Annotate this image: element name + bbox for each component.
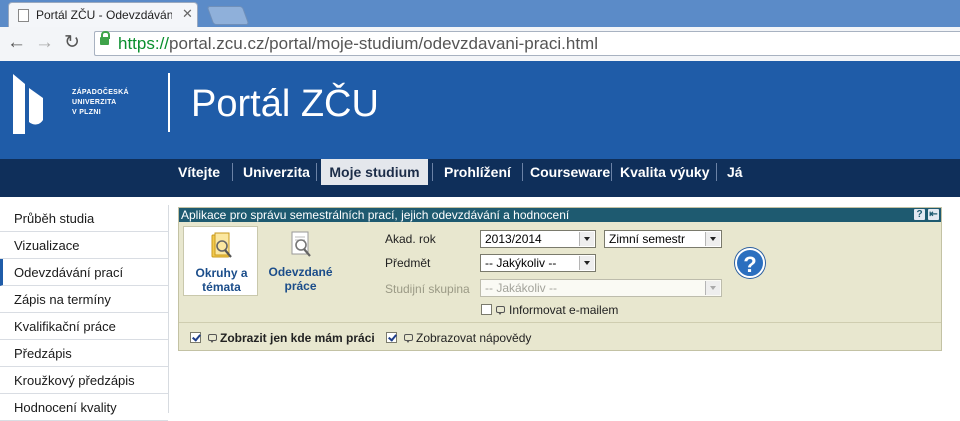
akad-rok-value: 2013/2014 xyxy=(485,232,542,246)
nav-spacer xyxy=(0,185,960,197)
browser-toolbar: ← → ↻ https://portal.zcu.cz/portal/moje-… xyxy=(0,27,960,62)
sidebar-item-odevzdavani-praci[interactable]: Odevzdávání prací xyxy=(0,259,168,286)
sidebar: Průběh studia Vizualizace Odevzdávání pr… xyxy=(0,205,169,421)
nav-separator xyxy=(316,163,317,181)
close-tab-icon[interactable]: ✕ xyxy=(182,6,193,22)
logo-line-1: ZÁPADOČESKÁ xyxy=(72,89,129,96)
url-scheme: https:// xyxy=(118,34,170,53)
studijni-skupina-label: Studijní skupina xyxy=(385,282,470,296)
semestr-select[interactable]: Zimní semestr xyxy=(604,230,722,248)
address-bar[interactable]: https://portal.zcu.cz/portal/moje-studiu… xyxy=(94,31,960,56)
informovat-checkbox[interactable] xyxy=(481,304,492,315)
predmet-label: Předmět xyxy=(385,256,431,270)
zobrazit-checkbox[interactable] xyxy=(190,332,201,343)
chevron-down-icon xyxy=(705,232,720,246)
page-title: Portál ZČU xyxy=(191,83,379,125)
new-tab-button[interactable] xyxy=(206,6,250,25)
nav-separator xyxy=(432,163,433,181)
studijni-skupina-value: -- Jakákoliv -- xyxy=(485,281,558,295)
panel-help-icon[interactable]: ? xyxy=(914,209,925,220)
card-okruhy-a-temata[interactable]: Okruhy a témata xyxy=(183,226,258,296)
app-panel: Aplikace pro správu semestrálních prací,… xyxy=(178,207,942,351)
lock-icon xyxy=(100,31,110,45)
sidebar-item-prubeh-studia[interactable]: Průběh studia xyxy=(0,205,168,232)
browser-tab-title: Portál ZČU - Odevzdávání xyxy=(36,8,172,22)
hint-bubble-icon xyxy=(496,306,505,315)
url-path: portal.zcu.cz/portal/moje-studium/odevzd… xyxy=(169,34,598,53)
logo-text: ZÁPADOČESKÁ UNIVERZITA V PLZNI xyxy=(72,88,129,118)
nav-separator xyxy=(232,163,233,181)
nav-item-moje-studium[interactable]: Moje studium xyxy=(321,159,428,185)
nav-item-prohlizeni[interactable]: Prohlížení xyxy=(444,159,511,185)
nav-separator xyxy=(611,163,612,181)
panel-header: Aplikace pro správu semestrálních prací,… xyxy=(179,208,941,222)
predmet-value: -- Jakýkoliv -- xyxy=(485,256,557,270)
semestr-value: Zimní semestr xyxy=(609,232,686,246)
hint-bubble-icon xyxy=(404,334,413,343)
panel-divider xyxy=(179,322,941,323)
nav-item-vitejte[interactable]: Vítejte xyxy=(178,159,220,185)
reload-icon[interactable]: ↻ xyxy=(64,33,80,53)
site-header: ZÁPADOČESKÁ UNIVERZITA V PLZNI Portál ZČ… xyxy=(0,61,960,159)
akad-rok-select[interactable]: 2013/2014 xyxy=(480,230,596,248)
browser-tab[interactable]: Portál ZČU - Odevzdávání ✕ xyxy=(8,2,198,27)
hint-bubble-icon xyxy=(208,334,217,343)
sidebar-item-krouzkovy-predzapis[interactable]: Kroužkový předzápis xyxy=(0,367,168,394)
chevron-down-icon xyxy=(579,232,594,246)
zobrazit-label: Zobrazit jen kde mám práci xyxy=(220,331,375,345)
napovedy-checkbox[interactable] xyxy=(386,332,397,343)
sidebar-item-zapis-na-terminy[interactable]: Zápis na termíny xyxy=(0,286,168,313)
nav-separator xyxy=(716,163,717,181)
document-search-icon xyxy=(291,231,311,257)
predmet-select[interactable]: -- Jakýkoliv -- xyxy=(480,254,596,272)
nav-item-ja[interactable]: Já xyxy=(727,159,743,185)
informovat-label: Informovat e-mailem xyxy=(509,303,619,317)
zcu-logo-icon[interactable] xyxy=(13,74,43,134)
browser-tabstrip: Portál ZČU - Odevzdávání ✕ xyxy=(0,0,960,27)
chevron-down-icon xyxy=(705,281,720,295)
card-odevzdane-prace[interactable]: Odevzdané práce xyxy=(263,226,338,296)
card-label-odevzdane: Odevzdané práce xyxy=(268,265,333,293)
nav-item-univerzita[interactable]: Univerzita xyxy=(243,159,310,185)
header-divider xyxy=(168,73,170,132)
back-arrow-icon[interactable]: ← xyxy=(7,33,26,53)
chevron-down-icon xyxy=(579,256,594,270)
card-label-okruhy: Okruhy a témata xyxy=(195,266,248,294)
help-button[interactable]: ? xyxy=(735,248,765,278)
akad-rok-label: Akad. rok xyxy=(385,232,436,246)
nav-separator xyxy=(522,163,523,181)
logo-line-2: UNIVERZITA xyxy=(72,99,117,106)
page-favicon-icon xyxy=(18,9,29,22)
napovedy-label: Zobrazovat nápovědy xyxy=(416,331,532,345)
sidebar-item-vizualizace[interactable]: Vizualizace xyxy=(0,232,168,259)
folder-search-icon xyxy=(211,232,232,258)
address-url: https://portal.zcu.cz/portal/moje-studiu… xyxy=(118,34,598,54)
sidebar-item-hodnoceni-kvality[interactable]: Hodnocení kvality xyxy=(0,394,168,421)
nav-item-courseware[interactable]: Courseware xyxy=(530,159,610,185)
forward-arrow-icon[interactable]: → xyxy=(35,33,54,53)
sidebar-item-kvalifikacni-prace[interactable]: Kvalifikační práce xyxy=(0,313,168,340)
logo-line-3: V PLZNI xyxy=(72,109,101,116)
sidebar-item-predzapis[interactable]: Předzápis xyxy=(0,340,168,367)
panel-collapse-icon[interactable]: ⇤ xyxy=(928,209,939,220)
nav-item-kvalita-vyuky[interactable]: Kvalita výuky xyxy=(620,159,710,185)
main-nav: Vítejte Univerzita Moje studium Prohlíže… xyxy=(0,159,960,185)
panel-title: Aplikace pro správu semestrálních prací,… xyxy=(181,208,570,222)
studijni-skupina-select[interactable]: -- Jakákoliv -- xyxy=(480,279,722,297)
